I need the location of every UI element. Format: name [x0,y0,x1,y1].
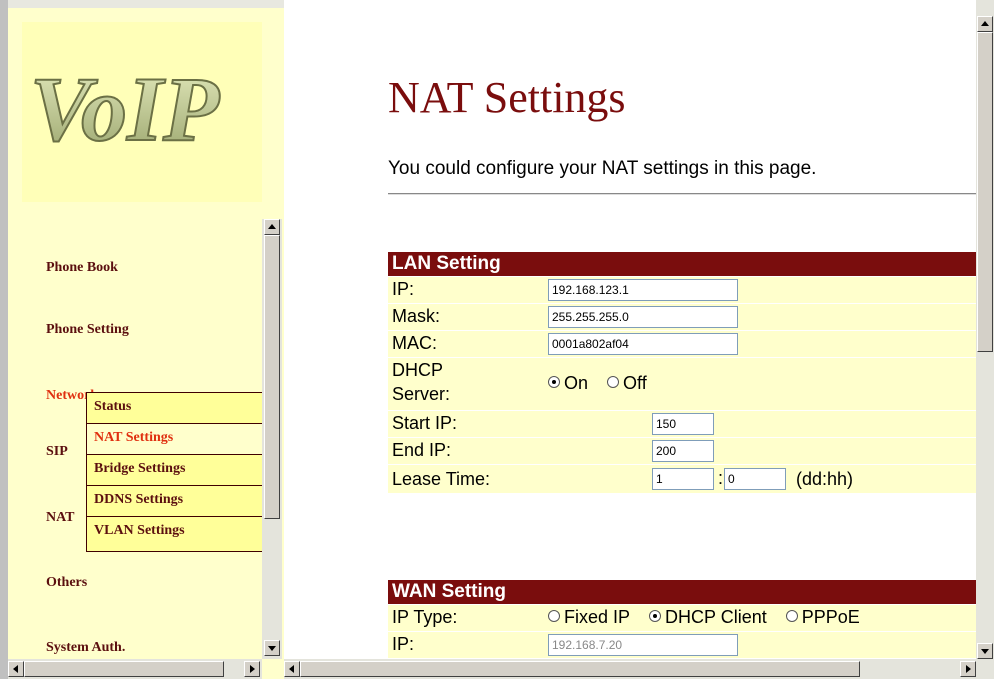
scroll-left-button[interactable] [8,661,24,677]
down-arrow-icon [981,649,989,654]
radio-icon[interactable] [607,376,620,388]
nav-horizontal-scrollbar[interactable] [8,659,262,679]
dhcp-off-option[interactable]: Off [607,373,647,394]
submenu-item-status[interactable]: Status [87,393,269,424]
scroll-down-button[interactable] [977,643,993,659]
lan-lease-row: Lease Time: 1 : 0 (dd:hh) [388,465,978,493]
divider [388,193,978,195]
wan-setting-header: WAN Setting [388,580,978,604]
wan-ip-type-row: IP Type: Fixed IP DHCP Client PPPoE [388,605,978,631]
wan-ip-row: IP: 192.168.7.20 [388,632,978,658]
nav-item-label: Others [46,575,88,590]
voip-logo: VoIP [22,22,262,202]
lease-days-input[interactable]: 1 [652,468,714,490]
option-label: DHCP Client [665,607,767,627]
frame-top-border [8,0,284,8]
nav-vertical-scrollbar[interactable] [262,219,282,659]
dhcp-client-option[interactable]: DHCP Client [649,607,767,628]
page-intro: You could configure your NAT settings in… [388,158,817,179]
scroll-left-button[interactable] [284,661,300,677]
pppoe-option[interactable]: PPPoE [785,607,860,628]
submenu-item-ddns-settings[interactable]: DDNS Settings [87,486,269,517]
radio-selected-icon[interactable] [649,610,662,622]
dhcp-on-option[interactable]: On [548,373,588,394]
option-label: PPPoE [801,607,860,627]
scroll-thumb[interactable] [977,32,993,352]
content-vertical-scrollbar[interactable] [976,0,994,659]
field-label: IP Type: [392,607,458,627]
lease-hours-input[interactable]: 0 [724,468,786,490]
submenu-item-vlan-settings[interactable]: VLAN Settings [87,517,269,548]
option-label: Fixed IP [564,607,631,627]
scroll-thumb[interactable] [264,235,280,519]
dhcp-radio-group: On Off [548,373,661,394]
scroll-right-button[interactable] [244,661,260,677]
lan-setting-header: LAN Setting [388,252,978,276]
fixed-ip-option[interactable]: Fixed IP [548,607,630,628]
right-arrow-icon [250,665,255,673]
lan-mac-input[interactable]: 0001a802af04 [548,333,738,355]
logo-graphic: VoIP [29,57,221,161]
scroll-right-button[interactable] [960,661,976,677]
scroll-thumb[interactable] [300,661,860,677]
network-submenu: Status NAT Settings Bridge Settings DDNS… [86,392,270,552]
nav-item-label: Phone Setting [46,322,129,337]
wan-ip-input[interactable]: 192.168.7.20 [548,634,738,656]
logo-text: VoIP [30,58,220,160]
nav-item-label: Phone Book [46,260,118,275]
left-arrow-icon [13,665,18,673]
scroll-thumb[interactable] [24,661,224,677]
field-label: Start IP: [392,413,458,433]
lan-end-ip-row: End IP: 200 [388,438,978,464]
field-label: IP: [392,279,415,299]
lan-mask-input[interactable]: 255.255.255.0 [548,306,738,328]
lan-mac-row: MAC: 0001a802af04 [388,331,978,357]
scroll-down-button[interactable] [264,640,280,656]
up-arrow-icon [268,224,276,229]
lease-unit: (dd:hh) [796,469,854,489]
lan-mask-row: Mask: 255.255.255.0 [388,304,978,330]
option-label: Off [623,373,647,393]
nav-item-label: NAT [46,510,75,525]
nav-item-label: System Auth. [46,640,126,655]
right-arrow-icon [966,665,971,673]
end-ip-input[interactable]: 200 [652,440,714,462]
up-arrow-icon [981,21,989,26]
field-label: Lease Time: [392,469,491,489]
content-horizontal-scrollbar[interactable] [284,659,994,679]
lan-ip-input[interactable]: 192.168.123.1 [548,279,738,301]
page-title: NAT Settings [388,73,626,122]
lan-ip-row: IP: 192.168.123.1 [388,277,978,303]
nav-frame: VoIP Phone Book Phone Setting Network SI… [0,0,284,679]
lan-dhcp-row: DHCP Server: On Off [388,358,978,410]
field-label: DHCP [392,360,444,380]
lease-separator: : [718,468,724,488]
scroll-up-button[interactable] [977,16,993,32]
radio-selected-icon[interactable] [548,376,560,388]
submenu-item-bridge-settings[interactable]: Bridge Settings [87,455,269,486]
field-label: End IP: [392,440,452,460]
start-ip-input[interactable]: 150 [652,413,714,435]
field-label: MAC: [392,333,437,353]
nav-item-label: SIP [46,444,68,459]
nav-item-others[interactable]: Others [46,575,276,631]
down-arrow-icon [268,646,276,651]
scroll-up-button[interactable] [264,219,280,235]
nav-item-phone-setting[interactable]: Phone Setting [46,322,276,378]
ip-type-radio-group: Fixed IP DHCP Client PPPoE [548,607,874,628]
content-frame: NAT Settings You could configure your NA… [284,0,994,679]
radio-icon[interactable] [785,610,798,622]
submenu-item-nat-settings[interactable]: NAT Settings [87,424,269,455]
left-arrow-icon [289,665,294,673]
option-label: On [564,373,589,393]
nav-item-phone-book[interactable]: Phone Book [46,260,276,316]
field-label: Server: [392,384,451,404]
radio-icon[interactable] [548,610,560,622]
field-label: IP: [392,634,415,654]
lan-start-ip-row: Start IP: 150 [388,411,978,437]
field-label: Mask: [392,306,441,326]
